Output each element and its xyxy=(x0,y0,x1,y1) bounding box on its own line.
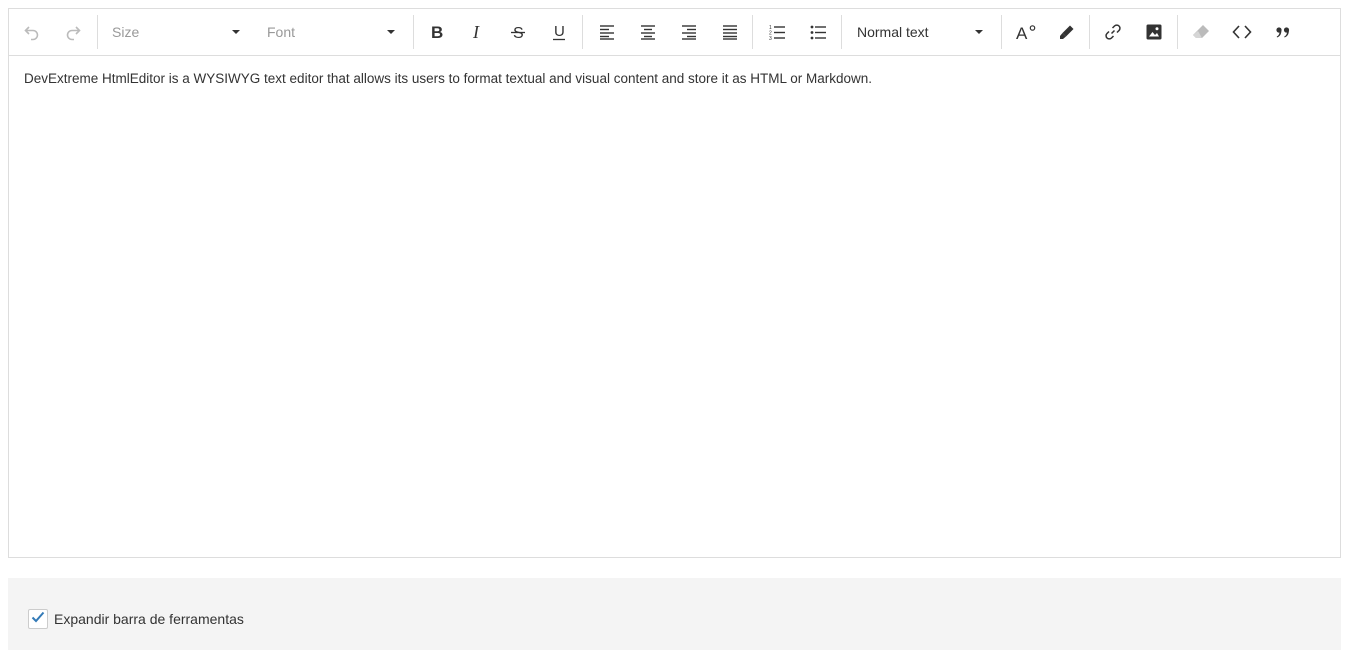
editor-content[interactable]: DevExtreme HtmlEditor is a WYSIWYG text … xyxy=(24,71,872,86)
clear-format-button[interactable] xyxy=(1189,9,1213,55)
check-icon xyxy=(31,610,45,628)
multiline-option[interactable]: Expandir barra de ferramentas xyxy=(28,609,244,629)
clear-format-icon xyxy=(1192,23,1210,41)
align-right-button[interactable] xyxy=(677,9,701,55)
blockquote-icon xyxy=(1275,24,1291,40)
multiline-checkbox[interactable] xyxy=(28,609,48,629)
align-right-icon xyxy=(681,24,697,40)
options-panel: Expandir barra de ferramentas xyxy=(8,578,1341,650)
align-justify-icon xyxy=(722,24,738,40)
size-select[interactable]: Size xyxy=(112,9,240,55)
chevron-down-icon xyxy=(387,30,395,34)
bold-icon: B xyxy=(427,23,445,41)
multiline-checkbox-label: Expandir barra de ferramentas xyxy=(54,611,244,627)
ordered-list-button[interactable]: 1 2 3 xyxy=(765,9,789,55)
toolbar-separator xyxy=(1177,15,1178,49)
html-editor: Size Font B I S U 1 2 3 Normal text A De… xyxy=(8,8,1341,558)
align-center-button[interactable] xyxy=(636,9,660,55)
background-color-icon xyxy=(1059,24,1075,40)
chevron-down-icon xyxy=(975,30,983,34)
svg-text:U: U xyxy=(554,23,565,40)
align-center-icon xyxy=(640,24,656,40)
redo-button[interactable] xyxy=(60,9,86,55)
blockquote-button[interactable] xyxy=(1271,9,1295,55)
underline-icon: U xyxy=(550,23,568,41)
editor-toolbar: Size Font B I S U 1 2 3 Normal text A xyxy=(9,9,1340,56)
header-select-value: Normal text xyxy=(857,24,929,40)
redo-icon xyxy=(64,23,82,41)
header-select[interactable]: Normal text xyxy=(857,9,983,55)
underline-button[interactable]: U xyxy=(547,9,571,55)
bullet-list-icon xyxy=(810,24,826,40)
size-select-placeholder: Size xyxy=(112,24,140,40)
align-left-icon xyxy=(599,24,615,40)
toolbar-separator xyxy=(1089,15,1090,49)
bullet-list-button[interactable] xyxy=(806,9,830,55)
align-left-button[interactable] xyxy=(595,9,619,55)
svg-text:A: A xyxy=(1016,24,1028,41)
strikethrough-icon: S xyxy=(509,23,527,41)
strikethrough-button[interactable]: S xyxy=(506,9,530,55)
toolbar-separator xyxy=(1001,15,1002,49)
toolbar-separator xyxy=(97,15,98,49)
font-color-button[interactable]: A xyxy=(1014,9,1038,55)
code-block-button[interactable] xyxy=(1230,9,1254,55)
undo-button[interactable] xyxy=(19,9,45,55)
code-block-icon xyxy=(1232,24,1252,40)
background-color-button[interactable] xyxy=(1055,9,1079,55)
font-color-icon: A xyxy=(1016,23,1036,41)
undo-icon xyxy=(23,23,41,41)
ordered-list-icon: 1 2 3 xyxy=(769,24,785,40)
font-select[interactable]: Font xyxy=(267,9,395,55)
italic-button[interactable]: I xyxy=(465,9,489,55)
svg-text:I: I xyxy=(472,23,480,41)
svg-text:3: 3 xyxy=(769,36,772,40)
toolbar-separator xyxy=(413,15,414,49)
chevron-down-icon xyxy=(232,30,240,34)
italic-icon: I xyxy=(468,23,486,41)
bold-button[interactable]: B xyxy=(424,9,448,55)
svg-text:B: B xyxy=(431,23,443,41)
toolbar-separator xyxy=(841,15,842,49)
image-icon xyxy=(1146,24,1162,40)
font-select-placeholder: Font xyxy=(267,24,296,40)
link-button[interactable] xyxy=(1101,9,1125,55)
toolbar-separator xyxy=(752,15,753,49)
toolbar-separator xyxy=(582,15,583,49)
link-icon xyxy=(1104,23,1122,41)
align-justify-button[interactable] xyxy=(718,9,742,55)
image-button[interactable] xyxy=(1142,9,1166,55)
